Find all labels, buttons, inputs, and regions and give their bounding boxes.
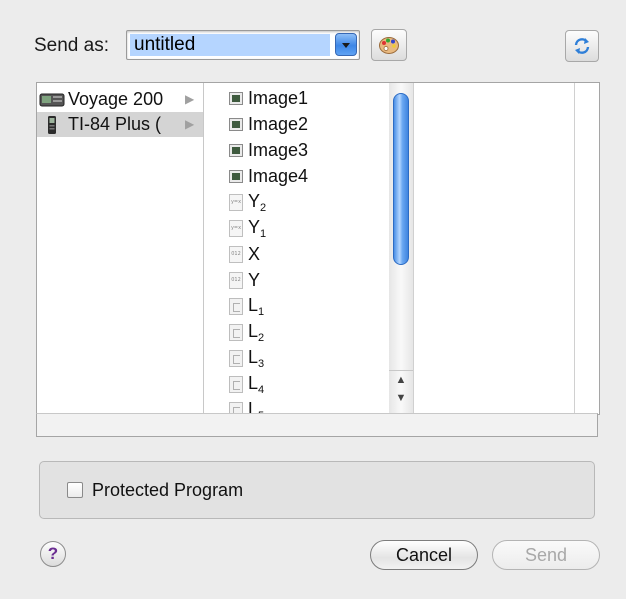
scroll-thumb[interactable] [393,93,409,265]
list-file-icon [228,375,244,393]
disclosure-triangle-icon: ▶ [185,92,195,106]
device-label: Voyage 200 [68,89,164,109]
image-file-icon [228,168,244,185]
variable-label: L5 [248,398,264,415]
list-item[interactable]: Image2 [204,111,384,137]
list-file-icon [228,323,244,341]
combo-dropdown-button[interactable] [335,33,357,56]
send-as-label: Send as: [34,35,109,56]
list-item[interactable]: y=x Y1 [204,215,384,241]
image-file-icon [228,90,244,107]
list-item[interactable]: y=x Y2 [204,189,384,215]
calculator-icon [48,115,56,134]
list-file-icon [228,297,244,315]
cancel-button[interactable]: Cancel [370,540,478,570]
device-item-voyage-200[interactable]: Voyage 200 ▶ [37,87,203,112]
list-item[interactable]: L2 [204,319,384,345]
protected-program-label[interactable]: Protected Program [92,480,243,501]
number-file-icon: 012 [228,245,244,263]
list-item[interactable]: L5 [204,397,384,414]
variable-label: L1 [248,294,265,318]
list-item[interactable]: L3 [204,345,384,371]
protected-program-checkbox[interactable] [67,482,83,498]
file-name-combobox[interactable] [126,30,360,60]
equation-file-icon: y=x [228,219,244,237]
help-button[interactable]: ? [40,541,66,567]
send-button[interactable]: Send [492,540,600,570]
chevron-down-icon [342,42,350,48]
variable-label: Y [248,269,261,290]
scroll-up-arrow-icon[interactable]: ▲ [389,370,413,389]
vertical-scrollbar[interactable]: ▲ ▼ [389,83,413,414]
empty-column [413,83,575,414]
column-browser[interactable]: Voyage 200 ▶ TI-84 Plus ( ▶ Image1 Image… [36,82,600,415]
help-icon: ? [47,544,59,563]
number-file-icon: 012 [228,271,244,289]
scroll-down-arrow-icon[interactable]: ▼ [389,389,413,407]
palette-icon [379,37,399,54]
device-label: TI-84 Plus ( [68,114,162,134]
variable-label: Image3 [248,139,309,160]
calculator-icon [39,93,65,106]
variable-label: Image4 [248,165,309,186]
variable-label: L4 [248,372,265,396]
variable-label: Y2 [248,190,267,214]
list-item[interactable]: L1 [204,293,384,319]
refresh-button[interactable] [565,30,599,62]
variable-label: X [248,243,261,264]
variable-label: Y1 [248,216,267,240]
equation-file-icon: y=x [228,193,244,211]
list-item[interactable]: 012 X [204,241,384,267]
horizontal-scroll-strip[interactable] [36,413,598,437]
image-file-icon [228,116,244,133]
list-item[interactable]: L4 [204,371,384,397]
variable-label: L2 [248,320,265,344]
device-item-ti-84-plus[interactable]: TI-84 Plus ( ▶ [37,112,203,137]
variable-label: Image1 [248,87,309,108]
list-file-icon [228,349,244,367]
list-item[interactable]: Image4 [204,163,384,189]
image-file-icon [228,142,244,159]
list-item[interactable]: Image1 [204,85,384,111]
file-name-input[interactable] [130,34,330,56]
list-item[interactable]: 012 Y [204,267,384,293]
refresh-icon [574,38,590,54]
options-panel: Protected Program [39,461,595,519]
devices-column[interactable]: Voyage 200 ▶ TI-84 Plus ( ▶ [37,83,204,414]
disclosure-triangle-icon: ▶ [185,117,195,131]
list-item[interactable]: Image3 [204,137,384,163]
variable-label: Image2 [248,113,309,134]
variables-column[interactable]: Image1 Image2 Image3 Image4 y=x Y2 y=x Y… [204,83,390,414]
variable-label: L3 [248,346,265,370]
palette-button[interactable] [371,29,407,61]
